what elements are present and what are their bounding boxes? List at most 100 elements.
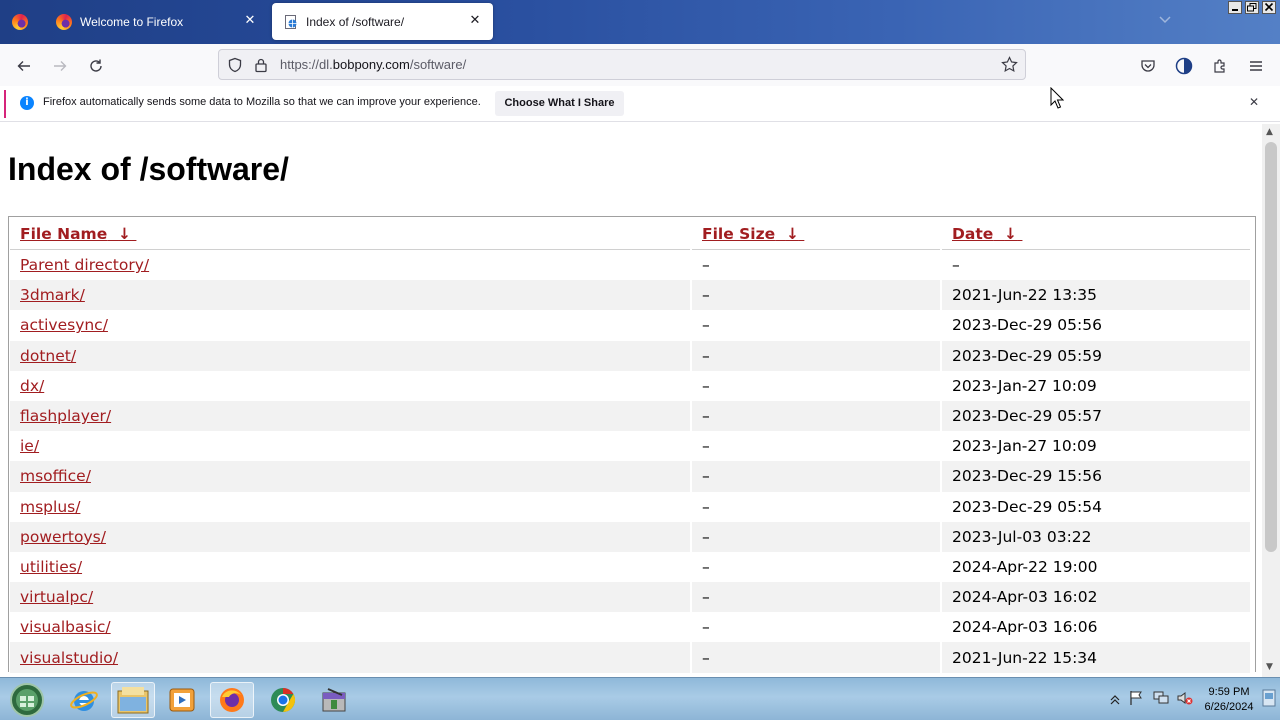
- lock-icon[interactable]: [254, 57, 268, 77]
- tab-bar: Welcome to Firefox ✕ Index of /software/…: [0, 0, 1280, 44]
- url-host: bobpony.com: [332, 57, 410, 72]
- action-center-flag-icon[interactable]: [1128, 690, 1144, 710]
- directory-link[interactable]: Parent directory/: [20, 256, 149, 274]
- file-size-cell: –: [692, 521, 940, 552]
- date-cell: 2024-Apr-03 16:06: [952, 618, 1098, 637]
- mouse-cursor-icon: [1050, 86, 1065, 113]
- media-player-icon[interactable]: [160, 682, 204, 718]
- chrome-icon[interactable]: [261, 682, 305, 718]
- directory-link[interactable]: ie/: [20, 437, 39, 455]
- firefox-icon: [56, 13, 72, 30]
- back-button[interactable]: [10, 52, 38, 80]
- scrollbar-thumb[interactable]: [1265, 142, 1277, 552]
- file-name-cell: powertoys/: [10, 521, 690, 552]
- directory-link[interactable]: visualstudio/: [20, 649, 118, 667]
- firefox-icon[interactable]: [210, 682, 254, 718]
- url-prefix: https://dl.: [280, 57, 333, 72]
- table-row: flashplayer/ –2023-Dec-29 05:57: [9, 400, 1255, 432]
- date-cell: –: [952, 256, 960, 275]
- file-size-cell: –: [692, 582, 940, 613]
- file-size-cell: –: [692, 461, 940, 492]
- volume-muted-icon[interactable]: [1176, 690, 1194, 710]
- directory-link[interactable]: dx/: [20, 377, 44, 395]
- start-orb-icon[interactable]: [5, 682, 49, 718]
- vertical-scrollbar[interactable]: ▲ ▼: [1262, 124, 1280, 677]
- file-explorer-icon[interactable]: [111, 682, 155, 718]
- sort-link-file-name[interactable]: File Name ↓: [20, 225, 136, 243]
- table-row: msoffice/ –2023-Dec-29 15:56: [9, 460, 1255, 492]
- menu-hamburger-icon[interactable]: [1242, 52, 1270, 80]
- navigation-toolbar: https://dl.bobpony.com/software/: [0, 44, 1280, 86]
- table-row: dx/ – 2023-Jan-27 10:09: [9, 370, 1255, 400]
- directory-link[interactable]: 3dmark/: [20, 286, 85, 304]
- reload-button[interactable]: [82, 52, 110, 80]
- close-window-button[interactable]: [1262, 1, 1276, 14]
- directory-link[interactable]: dotnet/: [20, 347, 76, 365]
- choose-what-i-share-button[interactable]: Choose What I Share: [495, 91, 624, 116]
- column-header-date[interactable]: Date ↓: [942, 218, 1250, 250]
- date-cell: 2023-Jan-27 10:09: [952, 376, 1097, 395]
- show-hidden-icons-chevron-icon[interactable]: [1110, 691, 1120, 710]
- network-icon[interactable]: [1152, 690, 1170, 710]
- scroll-down-arrow-icon[interactable]: ▼: [1266, 662, 1273, 672]
- minimize-button[interactable]: [1228, 1, 1242, 14]
- url-text[interactable]: https://dl.bobpony.com/software/: [280, 57, 466, 72]
- tab-welcome[interactable]: Welcome to Firefox ✕: [44, 3, 268, 40]
- file-size-cell: –: [692, 642, 940, 673]
- bookmark-star-icon[interactable]: [1001, 56, 1018, 77]
- address-bar[interactable]: https://dl.bobpony.com/software/: [218, 49, 1026, 80]
- column-header-file-size[interactable]: File Size ↓: [692, 218, 940, 250]
- notification-close-icon[interactable]: ✕: [1249, 95, 1259, 109]
- table-row: utilities/ – 2024-Apr-22 19:00: [9, 551, 1255, 581]
- shield-icon[interactable]: [227, 57, 243, 77]
- directory-link[interactable]: utilities/: [20, 558, 82, 576]
- page-content: Index of /software/ File Name ↓ File Siz…: [0, 124, 1262, 677]
- account-contrast-icon[interactable]: [1170, 52, 1198, 80]
- scroll-up-arrow-icon[interactable]: ▲: [1266, 127, 1273, 137]
- file-size-cell: –: [692, 400, 940, 432]
- directory-link[interactable]: visualbasic/: [20, 618, 111, 636]
- pocket-icon[interactable]: [1134, 52, 1162, 80]
- taskbar-clock[interactable]: 9:59 PM 6/26/2024: [1196, 685, 1262, 715]
- file-name-cell: dotnet/: [10, 340, 690, 371]
- directory-link[interactable]: flashplayer/: [20, 407, 111, 425]
- page-title: Index of /software/: [8, 151, 289, 187]
- directory-link[interactable]: powertoys/: [20, 528, 106, 546]
- notification-accent-stripe: [4, 90, 6, 118]
- extensions-icon[interactable]: [1206, 52, 1234, 80]
- file-size-cell: –: [702, 557, 710, 576]
- info-icon: i: [20, 96, 34, 110]
- show-desktop-button[interactable]: [1262, 688, 1276, 712]
- list-all-tabs-icon[interactable]: [1158, 12, 1172, 29]
- sort-link-date[interactable]: Date ↓: [952, 225, 1022, 243]
- date-cell: 2023-Dec-29 15:56: [942, 461, 1250, 492]
- date-cell: 2023-Dec-29 05:56: [952, 316, 1102, 335]
- table-row: powertoys/ –2023-Jul-03 03:22: [9, 521, 1255, 552]
- directory-link[interactable]: activesync/: [20, 316, 108, 334]
- sort-link-file-size[interactable]: File Size ↓: [702, 225, 804, 243]
- table-row: msplus/ – 2023-Dec-29 05:54: [9, 491, 1255, 521]
- forward-button[interactable]: [46, 52, 74, 80]
- close-tab-icon[interactable]: ✕: [242, 13, 258, 29]
- file-size-cell: –: [692, 340, 940, 371]
- table-row: visualbasic/ – 2024-Apr-03 16:06: [9, 611, 1255, 641]
- internet-explorer-icon[interactable]: [62, 682, 106, 718]
- table-row: virtualpc/ –2024-Apr-03 16:02: [9, 581, 1255, 613]
- restore-button[interactable]: [1245, 1, 1259, 14]
- date-cell: 2021-Jun-22 15:34: [942, 642, 1250, 673]
- file-size-cell: –: [702, 256, 710, 275]
- date-cell: 2023-Dec-29 05:54: [952, 497, 1102, 516]
- directory-link[interactable]: msplus/: [20, 498, 80, 516]
- tab-index-software[interactable]: Index of /software/ ✕: [272, 3, 493, 40]
- firefox-view-icon[interactable]: [12, 14, 28, 30]
- date-cell: 2023-Jul-03 03:22: [942, 521, 1250, 552]
- column-header-file-name[interactable]: File Name ↓: [10, 218, 690, 250]
- data-collection-notification: i Firefox automatically sends some data …: [0, 86, 1280, 122]
- directory-link[interactable]: virtualpc/: [20, 588, 93, 606]
- archive-tool-icon[interactable]: [312, 682, 356, 718]
- close-tab-icon[interactable]: ✕: [467, 13, 483, 29]
- date-cell: 2021-Jun-22 13:35: [942, 280, 1250, 311]
- directory-link[interactable]: msoffice/: [20, 467, 91, 485]
- table-header-row: File Name ↓ File Size ↓ Date ↓: [9, 217, 1255, 250]
- file-name-cell: dx/: [10, 371, 690, 401]
